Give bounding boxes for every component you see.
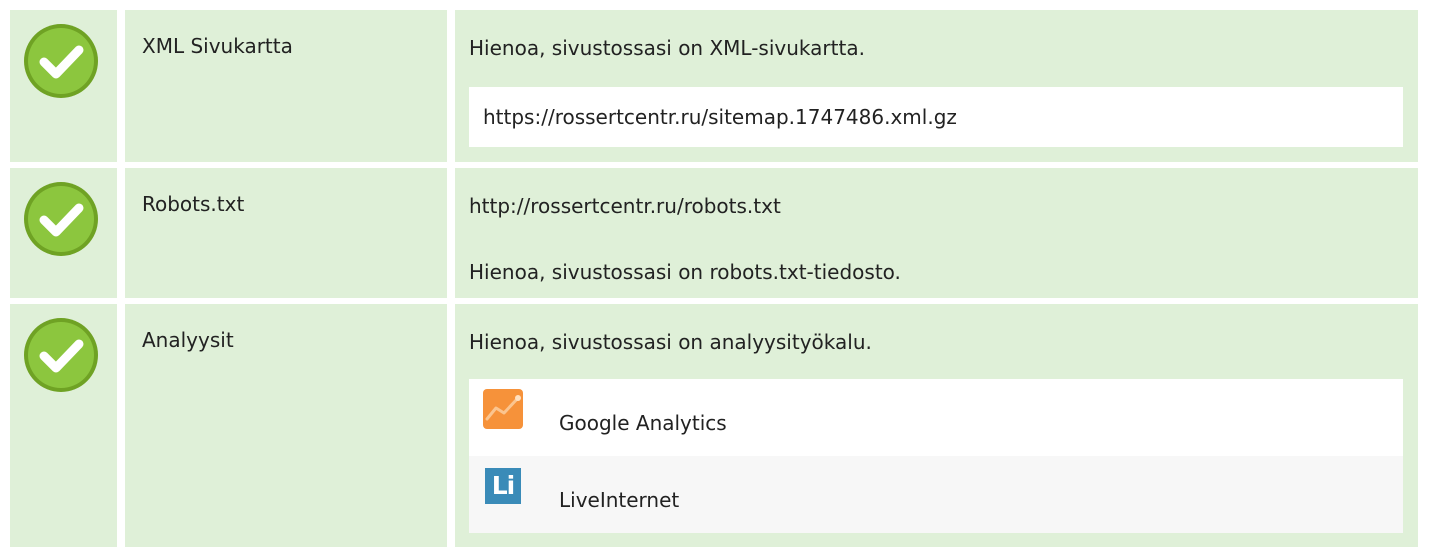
tool-name: Google Analytics: [559, 411, 727, 435]
check-icon: [24, 24, 98, 98]
check-label: Robots.txt: [125, 168, 447, 298]
check-message: Hienoa, sivustossasi on XML-sivukartta.: [469, 36, 865, 60]
tool-name: LiveInternet: [559, 488, 680, 512]
google-analytics-icon: [483, 389, 523, 429]
analytics-tools-list: Google Analytics Li LiveInternet: [469, 379, 1403, 533]
check-label: XML Sivukartta: [125, 10, 447, 162]
check-label-text: Robots.txt: [142, 192, 245, 216]
check-content: Hienoa, sivustossasi on analyysityökalu.…: [455, 304, 1418, 547]
status-cell: [10, 304, 117, 547]
check-message: Hienoa, sivustossasi on robots.txt-tiedo…: [469, 260, 901, 284]
row-analytics: Analyysit Hienoa, sivustossasi on analyy…: [10, 304, 1430, 547]
status-cell: [10, 10, 117, 162]
seo-check-table: XML Sivukartta Hienoa, sivustossasi on X…: [0, 0, 1430, 547]
list-item: Google Analytics: [469, 379, 1403, 456]
status-cell: [10, 168, 117, 298]
list-item: Li LiveInternet: [469, 456, 1403, 533]
check-label-text: Analyysit: [142, 328, 234, 352]
row-robots-txt: Robots.txt http://rossertcentr.ru/robots…: [10, 168, 1430, 298]
check-message: Hienoa, sivustossasi on analyysityökalu.: [469, 330, 872, 354]
liveinternet-icon: Li: [485, 468, 521, 504]
check-icon: [24, 182, 98, 256]
row-xml-sitemap: XML Sivukartta Hienoa, sivustossasi on X…: [10, 10, 1430, 162]
check-icon: [24, 318, 98, 392]
robots-url: http://rossertcentr.ru/robots.txt: [469, 194, 781, 218]
check-content: http://rossertcentr.ru/robots.txt Hienoa…: [455, 168, 1418, 298]
check-label-text: XML Sivukartta: [142, 34, 293, 58]
check-label: Analyysit: [125, 304, 447, 547]
check-content: Hienoa, sivustossasi on XML-sivukartta. …: [455, 10, 1418, 162]
sitemap-url: https://rossertcentr.ru/sitemap.1747486.…: [469, 87, 1403, 147]
